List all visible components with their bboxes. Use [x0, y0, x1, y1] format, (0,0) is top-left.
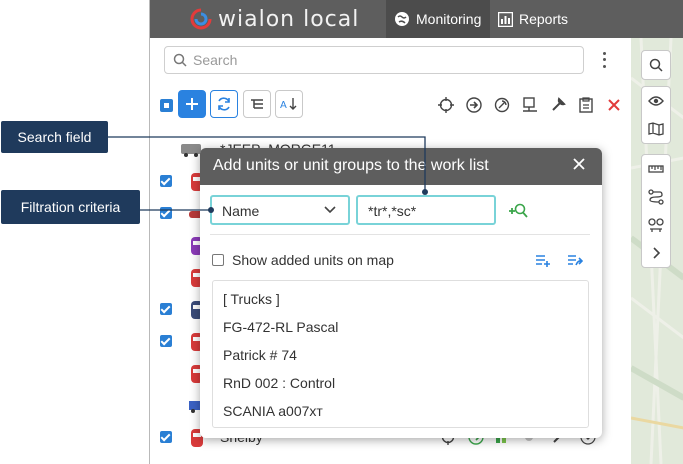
filtration-criteria-callout: Filtration criteria — [1, 190, 140, 224]
unit-checkbox[interactable] — [160, 207, 172, 219]
add-found-units-icon[interactable] — [508, 202, 528, 220]
more-menu-icon[interactable] — [598, 50, 610, 70]
top-navigation-bar: wialon local Monitoring Reports — [150, 0, 683, 38]
show-on-map-checkbox[interactable] — [212, 254, 224, 266]
list-item[interactable]: FG-472-RL Pascal — [223, 319, 338, 335]
wialon-logo[interactable]: wialon local — [190, 5, 359, 33]
unit-checkbox[interactable] — [160, 175, 172, 187]
map-measure-tools — [641, 154, 671, 268]
search-input[interactable]: Search — [164, 46, 584, 74]
unit-checkbox[interactable] — [160, 431, 172, 443]
locate-icon[interactable] — [437, 96, 455, 114]
show-on-map-label: Show added units on map — [232, 252, 394, 268]
sort-button[interactable]: A — [275, 90, 303, 118]
filter-value: Name — [222, 203, 260, 219]
van-icon — [181, 144, 201, 157]
search-field-value: *tr*,*sc* — [368, 203, 417, 219]
chevron-right-icon[interactable] — [642, 239, 670, 267]
map-search-tool[interactable] — [641, 50, 671, 80]
chart-icon — [498, 11, 513, 27]
refresh-icon — [218, 97, 230, 111]
ruler-icon[interactable] — [642, 155, 670, 183]
plus-icon — [186, 98, 198, 110]
tree-icon — [251, 99, 263, 109]
group-button[interactable] — [243, 90, 271, 118]
list-item[interactable]: Patrick # 74 — [223, 347, 297, 363]
unit-checkbox[interactable] — [160, 335, 172, 347]
search-icon — [649, 58, 663, 72]
logo-ring-icon — [190, 8, 212, 30]
dialog-title: Add units or unit groups to the work lis… — [213, 157, 489, 174]
delete-icon[interactable] — [605, 96, 623, 114]
filtration-criteria-select[interactable]: Name — [210, 195, 350, 225]
arrow-circle-icon[interactable] — [465, 96, 483, 114]
divider — [210, 234, 590, 235]
search-icon — [173, 53, 187, 67]
add-all-icon[interactable] — [535, 254, 551, 268]
chevron-down-icon — [324, 206, 336, 214]
filtration-callout-text: Filtration criteria — [20, 199, 121, 215]
refresh-button[interactable] — [210, 90, 238, 118]
satellite-icon[interactable] — [493, 96, 511, 114]
list-item[interactable]: [ Trucks ] — [223, 291, 280, 307]
device-icon[interactable] — [521, 96, 539, 114]
unit-checkbox[interactable] — [160, 303, 172, 315]
tab-monitoring[interactable]: Monitoring — [386, 0, 490, 38]
tab-reports-label: Reports — [519, 11, 569, 27]
search-field[interactable]: *tr*,*sc* — [356, 195, 496, 225]
sort-az-icon: A — [280, 98, 297, 111]
list-item[interactable]: SCANIA a007xт — [223, 403, 323, 419]
map-view-tools — [641, 86, 671, 144]
clipboard-icon[interactable] — [577, 96, 595, 114]
close-icon[interactable] — [572, 157, 586, 171]
dialog-header: Add units or unit groups to the work lis… — [200, 148, 602, 185]
map-area[interactable] — [631, 38, 683, 464]
globe-icon — [395, 12, 409, 26]
search-placeholder: Search — [193, 52, 238, 68]
select-all-checkbox[interactable] — [160, 99, 173, 112]
add-units-button[interactable] — [178, 90, 206, 118]
route-icon[interactable] — [642, 183, 670, 211]
geofence-icon[interactable] — [642, 211, 670, 239]
add-selected-icon[interactable] — [567, 254, 583, 268]
tab-monitoring-label: Monitoring — [416, 11, 482, 27]
search-results-list: [ Trucks ] FG-472-RL Pascal Patrick # 74… — [212, 280, 589, 428]
search-field-callout-text: Search field — [17, 129, 92, 145]
tab-reports[interactable]: Reports — [498, 0, 568, 38]
wrench-icon[interactable] — [549, 96, 567, 114]
logo-text: wialon local — [218, 6, 360, 32]
svg-text:A: A — [280, 100, 287, 111]
eye-icon[interactable] — [642, 87, 670, 115]
list-item[interactable]: RnD 002 : Control — [223, 375, 335, 391]
add-units-dialog: Add units or unit groups to the work lis… — [200, 148, 602, 438]
units-toolbar: A — [150, 90, 631, 120]
search-field-callout: Search field — [1, 121, 108, 153]
map-icon[interactable] — [642, 115, 670, 143]
